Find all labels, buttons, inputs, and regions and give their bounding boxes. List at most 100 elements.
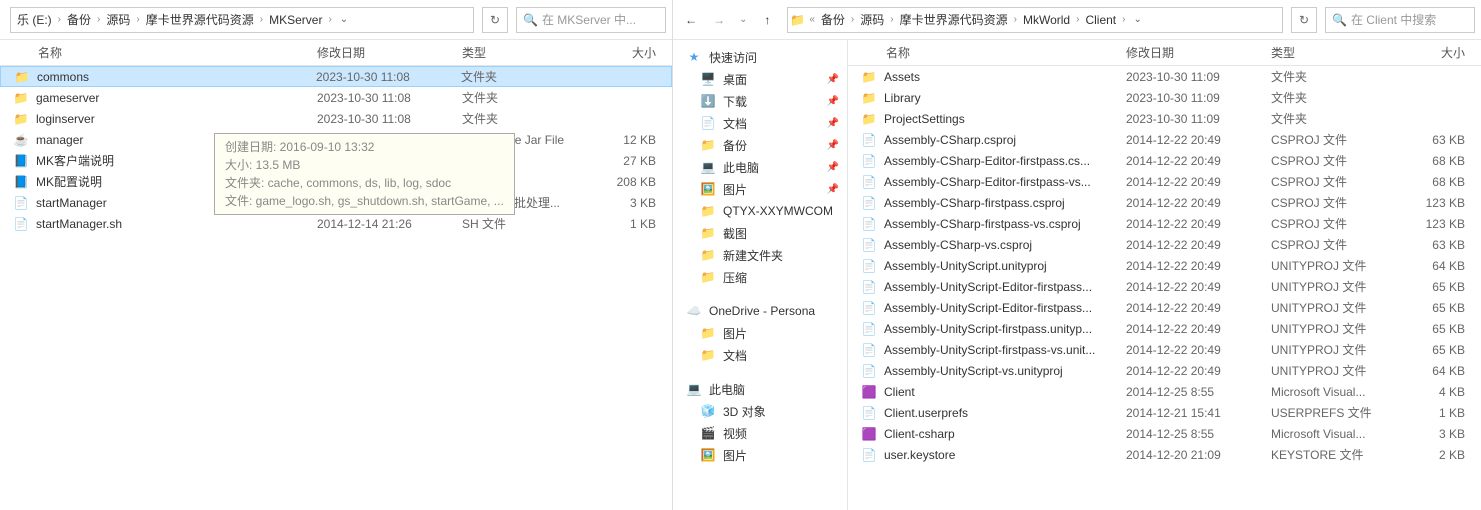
- file-name: Assembly-UnityScript-firstpass.unityp...: [884, 322, 1126, 336]
- breadcrumb-segment[interactable]: 源码: [102, 9, 134, 30]
- col-date-header[interactable]: 修改日期: [317, 44, 462, 61]
- breadcrumb-segment[interactable]: Client: [1081, 11, 1120, 29]
- txt-icon: 📄: [12, 216, 30, 232]
- file-row[interactable]: 🟪Client2014-12-25 8:55Microsoft Visual..…: [848, 381, 1481, 402]
- nav-item[interactable]: 🎬视频: [673, 422, 847, 444]
- nav-item[interactable]: 📁备份📌: [673, 134, 847, 156]
- file-row[interactable]: 📁loginserver2023-10-30 11:08文件夹: [0, 108, 672, 129]
- nav-item[interactable]: 📁压缩: [673, 266, 847, 288]
- file-icon: 📄: [860, 195, 878, 211]
- refresh-button[interactable]: ↻: [1291, 7, 1317, 33]
- file-row[interactable]: 📁gameserver2023-10-30 11:08文件夹: [0, 87, 672, 108]
- file-name: Assembly-UnityScript-vs.unityproj: [884, 364, 1126, 378]
- file-date: 2014-12-22 20:49: [1126, 217, 1271, 231]
- file-row[interactable]: 📄Assembly-CSharp.csproj2014-12-22 20:49C…: [848, 129, 1481, 150]
- chevron-down-icon[interactable]: ⌄: [334, 14, 354, 25]
- this-pc-group[interactable]: 💻此电脑: [673, 378, 847, 400]
- chevron-right-icon: ›: [1120, 14, 1127, 25]
- file-row[interactable]: 📄Assembly-CSharp-Editor-firstpass-vs...2…: [848, 171, 1481, 192]
- breadcrumb-segment[interactable]: 备份: [817, 9, 849, 30]
- col-size-header[interactable]: 大小: [602, 44, 672, 61]
- file-row[interactable]: 📄Assembly-UnityScript-Editor-firstpass..…: [848, 297, 1481, 318]
- file-row[interactable]: 📄Assembly-CSharp-Editor-firstpass.cs...2…: [848, 150, 1481, 171]
- history-dropdown[interactable]: ⌄: [735, 14, 751, 25]
- left-breadcrumb[interactable]: 乐 (E:)›备份›源码›摩卡世界源代码资源›MKServer›⌄: [10, 7, 474, 33]
- nav-item[interactable]: 📁图片: [673, 322, 847, 344]
- breadcrumb-segment[interactable]: 乐 (E:): [13, 9, 56, 30]
- doc-icon: 📘: [12, 153, 30, 169]
- nav-item[interactable]: ⬇️下载📌: [673, 90, 847, 112]
- breadcrumb-segment[interactable]: MKServer: [265, 11, 326, 29]
- left-search-box[interactable]: 🔍 在 MKServer 中...: [516, 7, 666, 33]
- txt-icon: 📄: [12, 195, 30, 211]
- file-date: 2023-10-30 11:09: [1126, 112, 1271, 126]
- col-name-header[interactable]: 名称: [848, 44, 1126, 61]
- nav-item[interactable]: 🧊3D 对象: [673, 400, 847, 422]
- file-row[interactable]: 📄Assembly-CSharp-firstpass.csproj2014-12…: [848, 192, 1481, 213]
- file-name: Assembly-UnityScript-Editor-firstpass...: [884, 301, 1126, 315]
- file-size: 2 KB: [1411, 448, 1481, 462]
- nav-label: 图片: [723, 447, 747, 464]
- right-breadcrumb[interactable]: 📁 « 备份›源码›摩卡世界源代码资源›MkWorld›Client›⌄: [787, 7, 1283, 33]
- nav-item[interactable]: 📁文档: [673, 344, 847, 366]
- file-size: 208 KB: [602, 175, 672, 189]
- quick-access-group[interactable]: ★快速访问: [673, 46, 847, 68]
- right-search-box[interactable]: 🔍 在 Client 中搜索: [1325, 7, 1475, 33]
- file-row[interactable]: 📁Assets2023-10-30 11:09文件夹: [848, 66, 1481, 87]
- file-row[interactable]: 📄Client.userprefs2014-12-21 15:41USERPRE…: [848, 402, 1481, 423]
- nav-item[interactable]: 🖼️图片: [673, 444, 847, 466]
- file-type: CSPROJ 文件: [1271, 173, 1411, 190]
- chevron-right-icon: ›: [258, 14, 265, 25]
- file-row[interactable]: 📁commons2023-10-30 11:08文件夹: [0, 66, 672, 87]
- col-type-header[interactable]: 类型: [462, 44, 602, 61]
- up-button[interactable]: ↑: [755, 8, 779, 32]
- breadcrumb-segment[interactable]: MkWorld: [1019, 11, 1074, 29]
- col-name-header[interactable]: 名称: [0, 44, 317, 61]
- file-row[interactable]: 📄 Assembly-UnityScript-firstpass.unityp..…: [848, 318, 1481, 339]
- file-row[interactable]: 📄Assembly-UnityScript-firstpass-vs.unit.…: [848, 339, 1481, 360]
- refresh-button[interactable]: ↻: [482, 7, 508, 33]
- breadcrumb-segment[interactable]: 源码: [856, 9, 888, 30]
- file-row[interactable]: 📄Assembly-CSharp-firstpass-vs.csproj2014…: [848, 213, 1481, 234]
- nav-item[interactable]: 📄文档📌: [673, 112, 847, 134]
- file-icon: 📄: [860, 153, 878, 169]
- file-size: 3 KB: [602, 196, 672, 210]
- file-size: 12 KB: [602, 133, 672, 147]
- file-date: 2023-10-30 11:09: [1126, 91, 1271, 105]
- file-date: 2023-10-30 11:08: [317, 91, 462, 105]
- file-row[interactable]: 📄startManager.sh2014-12-14 21:26SH 文件1 K…: [0, 213, 672, 234]
- file-type: Microsoft Visual...: [1271, 427, 1411, 441]
- forward-button[interactable]: →: [707, 8, 731, 32]
- file-row[interactable]: 📄Assembly-UnityScript.unityproj2014-12-2…: [848, 255, 1481, 276]
- file-icon: 📄: [860, 321, 878, 337]
- file-row[interactable]: 📄Assembly-UnityScript-Editor-firstpass..…: [848, 276, 1481, 297]
- doc2-icon: 📄: [699, 115, 717, 131]
- back-button[interactable]: ←: [679, 8, 703, 32]
- breadcrumb-segment[interactable]: 摩卡世界源代码资源: [896, 9, 1012, 30]
- nav-item[interactable]: 📁QTYX-XXYMWCOM: [673, 200, 847, 222]
- col-type-header[interactable]: 类型: [1271, 44, 1411, 61]
- nav-item[interactable]: 📁新建文件夹: [673, 244, 847, 266]
- file-size: 63 KB: [1411, 238, 1481, 252]
- file-date: 2014-12-22 20:49: [1126, 280, 1271, 294]
- col-date-header[interactable]: 修改日期: [1126, 44, 1271, 61]
- file-size: 65 KB: [1411, 343, 1481, 357]
- nav-item[interactable]: 📁截图: [673, 222, 847, 244]
- nav-item[interactable]: 🖼️图片📌: [673, 178, 847, 200]
- file-row[interactable]: 📁Library2023-10-30 11:09文件夹: [848, 87, 1481, 108]
- onedrive-group[interactable]: ☁️OneDrive - Persona: [673, 300, 847, 322]
- file-row[interactable]: 🟪Client-csharp2014-12-25 8:55Microsoft V…: [848, 423, 1481, 444]
- nav-item[interactable]: 🖥️桌面📌: [673, 68, 847, 90]
- file-row[interactable]: 📄Assembly-CSharp-vs.csproj2014-12-22 20:…: [848, 234, 1481, 255]
- breadcrumb-segment[interactable]: 摩卡世界源代码资源: [142, 9, 258, 30]
- file-row[interactable]: 📄Assembly-UnityScript-vs.unityproj2014-1…: [848, 360, 1481, 381]
- file-type: UNITYPROJ 文件: [1271, 257, 1411, 274]
- col-size-header[interactable]: 大小: [1411, 44, 1481, 61]
- file-date: 2014-12-22 20:49: [1126, 322, 1271, 336]
- file-row[interactable]: 📄user.keystore2014-12-20 21:09KEYSTORE 文…: [848, 444, 1481, 465]
- file-row[interactable]: 📁ProjectSettings2023-10-30 11:09文件夹: [848, 108, 1481, 129]
- breadcrumb-segment[interactable]: 备份: [63, 9, 95, 30]
- nav-item[interactable]: 💻此电脑📌: [673, 156, 847, 178]
- chevron-down-icon[interactable]: ⌄: [1127, 14, 1147, 25]
- folder-icon: 📁: [860, 69, 878, 85]
